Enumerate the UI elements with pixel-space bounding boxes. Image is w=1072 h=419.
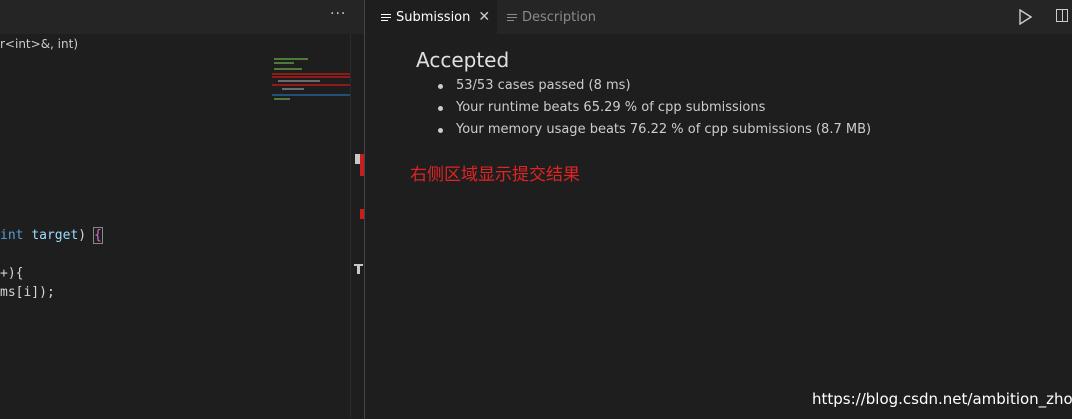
minimap[interactable] — [272, 56, 350, 102]
list-item: Your runtime beats 65.29 % of cpp submis… — [435, 97, 871, 119]
tab-description[interactable]: Description — [497, 0, 617, 34]
editor-title-bar: ··· — [0, 0, 364, 34]
paren-token: ) — [78, 228, 87, 243]
result-status: Accepted — [416, 48, 510, 72]
tab-bar: Submission ✕ Description — [365, 0, 1072, 34]
run-icon[interactable] — [1018, 9, 1032, 25]
split-editor-icon[interactable] — [1056, 9, 1068, 22]
result-list: 53/53 cases passed (8 ms) Your runtime b… — [435, 75, 871, 141]
code-editor-pane: ··· r<int>&, int) int target) { +){ ms[i… — [0, 0, 365, 419]
keyword-token: int — [0, 228, 24, 243]
code-line[interactable]: ms[i]); — [0, 285, 55, 300]
code-line[interactable]: +){ — [0, 266, 23, 281]
tab-label: Submission — [396, 9, 471, 25]
list-item: 53/53 cases passed (8 ms) — [435, 75, 871, 97]
breadcrumb[interactable]: r<int>&, int) — [0, 37, 78, 51]
code-line[interactable]: int target) { — [0, 227, 103, 244]
watermark: https://blog.csdn.net/ambition_zhou — [812, 390, 1072, 408]
result-pane: Submission ✕ Description Accepted 53/53 … — [365, 0, 1072, 419]
editor-scrollbar[interactable] — [350, 34, 365, 419]
variable-token: target — [31, 228, 79, 243]
preview-icon — [381, 12, 391, 23]
highlighted-brace: { — [92, 227, 103, 244]
preview-icon — [507, 12, 517, 23]
list-item: Your memory usage beats 76.22 % of cpp s… — [435, 119, 871, 141]
tab-submission[interactable]: Submission ✕ — [365, 0, 497, 34]
tab-label: Description — [522, 9, 597, 25]
annotation-text: 右侧区域显示提交结果 — [410, 165, 580, 185]
close-icon[interactable]: ✕ — [478, 9, 490, 25]
more-actions-button[interactable]: ··· — [330, 6, 346, 22]
